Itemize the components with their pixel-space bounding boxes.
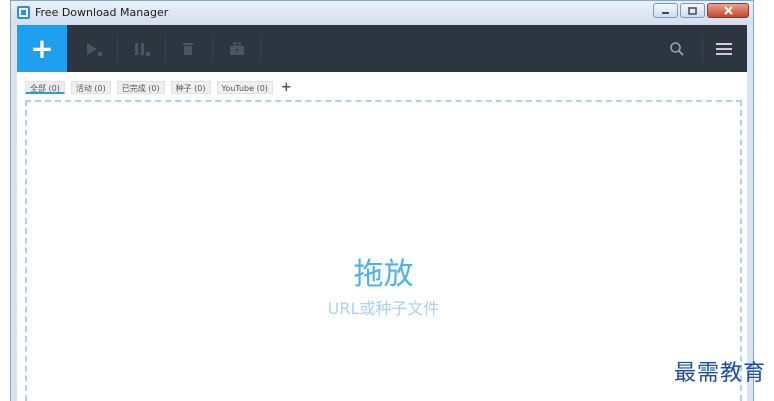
tab-youtube[interactable]: YouTube (0) <box>216 80 273 94</box>
resume-button[interactable] <box>79 35 109 62</box>
briefcase-icon <box>230 41 244 55</box>
filter-tabs: 全部 (0) 活动 (0) 已完成 (0) 种子 (0) YouTube (0)… <box>25 80 294 94</box>
minimize-button[interactable] <box>653 3 678 18</box>
watermark: 最需教育 <box>673 361 766 386</box>
toolbar-divider <box>260 35 261 62</box>
toolbar: + <box>17 25 747 72</box>
toolbar-divider <box>165 35 166 62</box>
app-logo-icon <box>17 6 30 19</box>
title-bar[interactable]: Free Download Manager <box>11 1 753 25</box>
drop-title: 拖放 <box>353 257 414 292</box>
delete-button[interactable] <box>173 35 203 62</box>
close-button[interactable] <box>707 3 749 18</box>
tab-completed[interactable]: 已完成 (0) <box>116 80 165 94</box>
main-area: + 全部 (0) 活动 (0) 已完成 (0) 种子 (0) YouTube (… <box>17 25 747 401</box>
drop-zone[interactable]: 拖放 URL或种子文件 <box>25 100 742 401</box>
maximize-button[interactable] <box>680 3 705 18</box>
toolbar-divider <box>117 35 118 62</box>
app-window: Free Download Manager + 全部 (0) 活动 (0) 已完… <box>10 0 754 401</box>
menu-icon <box>716 42 732 55</box>
pause-icon <box>135 42 150 56</box>
tab-active[interactable]: 活动 (0) <box>70 80 111 94</box>
window-title: Free Download Manager <box>35 6 169 19</box>
main-menu-button[interactable] <box>709 35 739 62</box>
window-controls <box>653 3 749 18</box>
play-icon <box>87 42 102 56</box>
drop-subtitle: URL或种子文件 <box>327 299 440 318</box>
minimize-icon <box>662 11 669 14</box>
move-to-folder-button[interactable] <box>222 35 252 62</box>
tab-torrents[interactable]: 种子 (0) <box>170 80 211 94</box>
toolbar-divider <box>212 35 213 62</box>
search-button[interactable] <box>662 35 692 62</box>
add-tab-button[interactable]: + <box>279 81 294 94</box>
pause-button[interactable] <box>127 35 157 62</box>
toolbar-divider <box>702 35 703 62</box>
close-icon <box>723 6 733 15</box>
maximize-icon <box>688 6 697 15</box>
add-download-button[interactable]: + <box>17 25 67 72</box>
tab-all[interactable]: 全部 (0) <box>25 80 65 94</box>
trash-icon <box>183 42 193 55</box>
search-icon <box>670 41 684 56</box>
